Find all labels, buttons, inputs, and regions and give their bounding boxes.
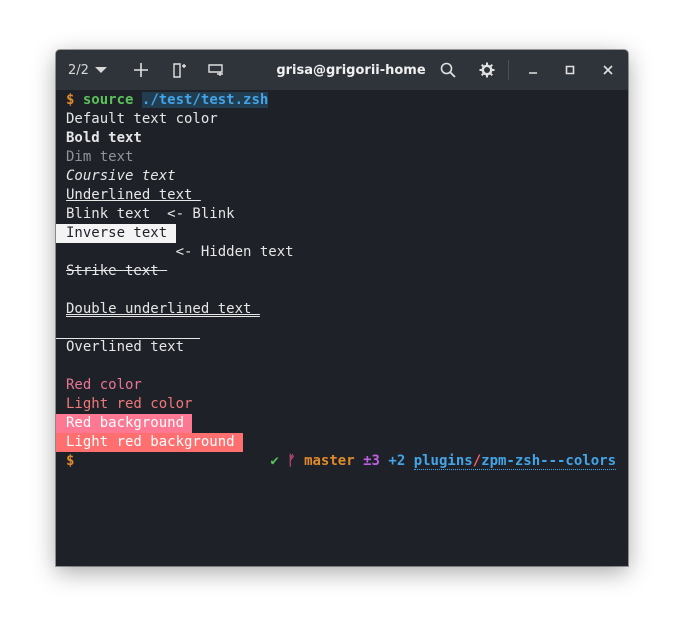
hidden-text-line: <- Hidden text [66, 244, 294, 260]
plus-icon [134, 63, 148, 77]
double-underlined-text-line: Double underlined text [66, 301, 260, 317]
git-branch-name: master [304, 453, 355, 469]
tab-counter: 2/2 [68, 62, 89, 78]
title-bar: 2/2 grisa@grigorii-home [56, 50, 628, 90]
red-background-line: Red background [56, 414, 193, 433]
overlined-text-line: Overlined text [66, 339, 185, 355]
git-branch-icon: ᚠ [287, 453, 296, 469]
window-icon [208, 64, 223, 76]
window-title: grisa@grigorii-home [276, 62, 426, 78]
directory-parent: plugins [413, 453, 473, 469]
check-icon: ✔ [270, 453, 279, 469]
minimize-button[interactable] [522, 50, 544, 90]
close-icon [603, 65, 613, 75]
blink-text-line: Blink text <- Blink [66, 206, 235, 222]
prompt-symbol: $ [66, 453, 75, 469]
prompt-line[interactable]: $ ✔ ᚠ master ±3 +2 plugins/zpm-zsh---col… [56, 452, 628, 471]
new-window-button[interactable] [168, 50, 190, 90]
strike-text-line: Strike text [66, 263, 168, 279]
italic-text-line: Coursive text [66, 168, 176, 184]
git-changes-count: ±3 [363, 453, 380, 469]
detach-tab-button[interactable] [205, 50, 227, 90]
new-file-icon [173, 62, 186, 78]
light-red-color-line: Light red color [66, 396, 193, 412]
directory-name: zpm-zsh---colors [481, 453, 616, 469]
right-prompt: ✔ ᚠ master ±3 +2 plugins/zpm-zsh---color… [270, 452, 616, 471]
git-added-count: +2 [388, 453, 406, 469]
gear-icon [479, 62, 495, 78]
command-path: ./test/test.zsh [141, 92, 269, 108]
terminal-window: 2/2 grisa@grigorii-home $ source ./test/… [56, 50, 628, 566]
settings-button[interactable] [476, 50, 498, 90]
current-directory: plugins/zpm-zsh---colors [413, 453, 616, 470]
search-icon [440, 62, 456, 78]
chevron-down-icon [94, 67, 107, 73]
red-color-line: Red color [66, 377, 142, 393]
terminal-output[interactable]: $ source ./test/test.zsh Default text co… [56, 90, 628, 566]
path-separator: / [472, 453, 482, 469]
close-button[interactable] [597, 50, 619, 90]
prompt-symbol: $ [66, 92, 75, 108]
search-button[interactable] [437, 50, 459, 90]
command-keyword: source [82, 92, 134, 108]
tab-switcher[interactable]: 2/2 [64, 50, 124, 90]
dim-text-line: Dim text [66, 149, 134, 165]
command-line: $ source ./test/test.zsh [66, 91, 269, 110]
default-text-line: Default text color [66, 111, 218, 127]
maximize-button[interactable] [559, 50, 581, 90]
titlebar-divider [508, 60, 509, 80]
light-red-background-line: Light red background [56, 433, 244, 452]
inverse-text-line: Inverse text [56, 224, 176, 243]
minimize-icon [529, 72, 537, 74]
underlined-text-line: Underlined text [66, 187, 201, 203]
new-tab-button[interactable] [130, 50, 152, 90]
bold-text-line: Bold text [66, 130, 142, 146]
maximize-icon [565, 65, 575, 75]
